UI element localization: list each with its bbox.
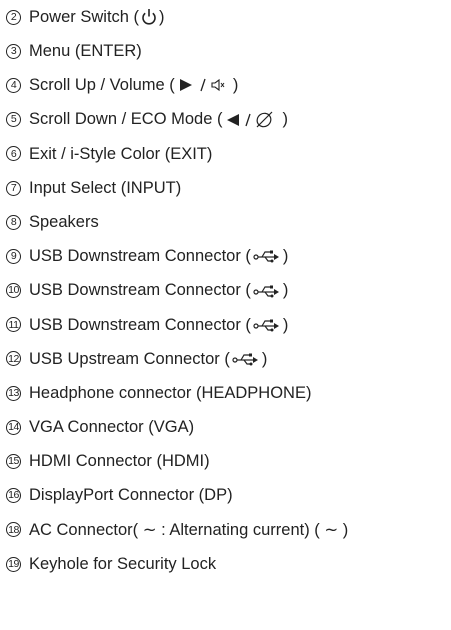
item-label: USB Downstream Connector ( )	[29, 317, 288, 334]
item-text-after: )	[282, 281, 289, 300]
item-label: Scroll Down / ECO Mode ( )	[29, 111, 288, 129]
list-item-keyhole: 19 Keyhole for Security Lock	[6, 547, 451, 581]
item-label: Headphone connector (HEADPHONE)	[29, 383, 312, 402]
item-label: USB Downstream Connector ( )	[29, 248, 288, 265]
item-text-after: )	[282, 110, 288, 129]
item-label: Scroll Up / Volume ( )	[29, 77, 238, 94]
list-item-usb-upstream: 12 USB Upstream Connector ( )	[6, 342, 451, 376]
list-item-power-switch: 2 Power Switch ( )	[6, 0, 451, 34]
item-label: Input Select (INPUT)	[29, 178, 182, 197]
usb-icon	[253, 249, 281, 263]
list-item-usb-downstream-2: 10 USB Downstream Connector ( )	[6, 274, 451, 308]
item-label: USB Upstream Connector ( )	[29, 351, 267, 368]
item-number-badge: 16	[6, 488, 21, 504]
item-text-after: )	[261, 349, 268, 368]
item-label: Exit / i-Style Color (EXIT)	[29, 144, 213, 163]
item-label: DisplayPort Connector (DP)	[29, 486, 233, 505]
item-text: Scroll Down / ECO Mode (	[29, 110, 223, 129]
usb-icon	[253, 284, 281, 298]
power-icon	[141, 8, 157, 26]
item-label: VGA Connector (VGA)	[29, 418, 195, 437]
item-number-badge: 10	[6, 283, 21, 299]
item-label: AC Connector( ∼ : Alternating current) (…	[29, 520, 349, 539]
connector-list: 2 Power Switch ( ) 3 Menu (ENTER) 4 Scro…	[6, 0, 451, 581]
item-number-badge: 9	[6, 248, 21, 264]
list-item-ac-connector: 18 AC Connector( ∼ : Alternating current…	[6, 513, 451, 547]
usb-icon	[253, 318, 281, 332]
item-label: Power Switch ( )	[29, 8, 165, 26]
item-label: HDMI Connector (HDMI)	[29, 452, 210, 471]
list-item-scroll-up-volume: 4 Scroll Up / Volume ( )	[6, 68, 451, 102]
item-number-badge: 12	[6, 351, 21, 367]
item-number-badge: 6	[6, 146, 21, 162]
list-item-vga: 14 VGA Connector (VGA)	[6, 410, 451, 444]
item-text-after: )	[159, 7, 165, 26]
item-number-badge: 18	[6, 522, 21, 538]
item-label: Speakers	[29, 212, 99, 231]
list-item-menu: 3 Menu (ENTER)	[6, 34, 451, 68]
item-number-badge: 7	[6, 180, 21, 196]
item-number-badge: 13	[6, 385, 21, 401]
item-number-badge: 11	[6, 317, 21, 333]
item-number-badge: 4	[6, 77, 21, 93]
item-number-badge: 19	[6, 556, 21, 572]
item-number-badge: 5	[6, 112, 21, 128]
item-text: Power Switch (	[29, 7, 140, 26]
item-text-after: )	[282, 247, 289, 266]
item-number-badge: 14	[6, 419, 21, 435]
back-eco-icon	[224, 111, 280, 129]
item-number-badge: 2	[6, 9, 21, 25]
item-label: Keyhole for Security Lock	[29, 554, 217, 573]
item-label: Menu (ENTER)	[29, 42, 142, 61]
item-label: USB Downstream Connector ( )	[29, 282, 288, 299]
list-item-speakers: 8 Speakers	[6, 205, 451, 239]
item-text-after: )	[282, 315, 289, 334]
item-number-badge: 15	[6, 454, 21, 470]
list-item-headphone: 13 Headphone connector (HEADPHONE)	[6, 376, 451, 410]
item-text: USB Downstream Connector (	[29, 315, 251, 334]
item-text-after: )	[232, 76, 239, 95]
list-item-usb-downstream-3: 11 USB Downstream Connector ( )	[6, 308, 451, 342]
item-text: Scroll Up / Volume (	[29, 76, 175, 95]
usb-icon	[232, 352, 260, 366]
item-number-badge: 3	[6, 43, 21, 59]
item-text: USB Downstream Connector (	[29, 281, 251, 300]
list-item-usb-downstream-1: 9 USB Downstream Connector ( )	[6, 239, 451, 273]
list-item-input-select: 7 Input Select (INPUT)	[6, 171, 451, 205]
item-text: USB Upstream Connector (	[29, 349, 230, 368]
list-item-displayport: 16 DisplayPort Connector (DP)	[6, 479, 451, 513]
list-item-hdmi: 15 HDMI Connector (HDMI)	[6, 444, 451, 478]
play-volume-icon	[177, 77, 231, 93]
list-item-exit-istyle: 6 Exit / i-Style Color (EXIT)	[6, 137, 451, 171]
item-text: USB Downstream Connector (	[29, 247, 251, 266]
list-item-scroll-down-eco: 5 Scroll Down / ECO Mode ( )	[6, 103, 451, 137]
item-number-badge: 8	[6, 214, 21, 230]
